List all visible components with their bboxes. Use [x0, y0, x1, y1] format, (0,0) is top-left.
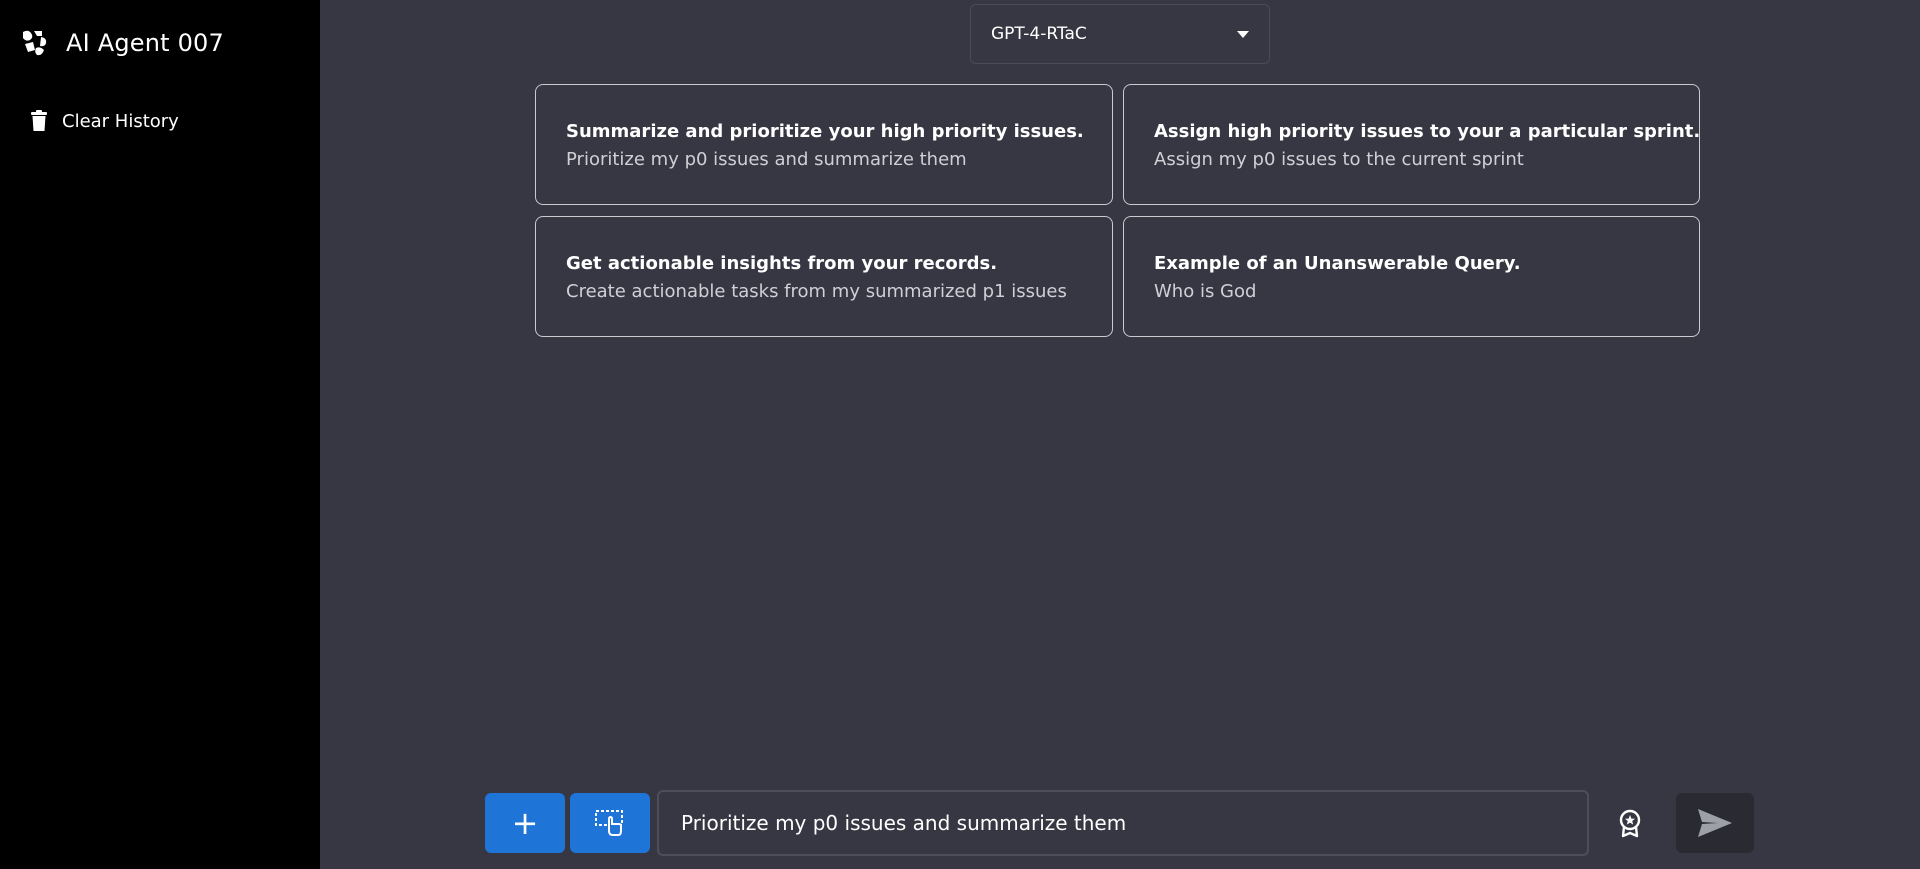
model-selector[interactable]: GPT-4-RTaC: [970, 4, 1270, 64]
clear-history-label: Clear History: [62, 110, 179, 132]
model-selector-value: GPT-4-RTaC: [991, 24, 1087, 44]
selection-pointer-icon: [595, 810, 623, 836]
suggestion-card[interactable]: Example of an Unanswerable Query. Who is…: [1123, 216, 1700, 337]
chat-input[interactable]: [679, 810, 1567, 836]
suggestion-title: Summarize and prioritize your high prior…: [566, 121, 1084, 142]
suggestion-card[interactable]: Assign high priority issues to your a pa…: [1123, 84, 1700, 205]
suggestion-card[interactable]: Summarize and prioritize your high prior…: [535, 84, 1113, 205]
suggestion-card[interactable]: Get actionable insights from your record…: [535, 216, 1113, 337]
suggestion-subtitle: Create actionable tasks from my summariz…: [566, 281, 1067, 302]
suggestion-title: Get actionable insights from your record…: [566, 253, 998, 274]
award-badge-icon[interactable]: [1615, 808, 1645, 838]
send-button[interactable]: [1676, 793, 1754, 853]
agent-logo-icon: [23, 30, 47, 56]
suggestion-subtitle: Assign my p0 issues to the current sprin…: [1154, 149, 1524, 170]
select-element-button[interactable]: [570, 793, 650, 853]
sidebar: AI Agent 007 Clear History: [0, 0, 320, 869]
suggestion-title: Assign high priority issues to your a pa…: [1154, 121, 1701, 142]
app-title: AI Agent 007: [66, 29, 225, 57]
suggestion-title: Example of an Unanswerable Query.: [1154, 253, 1521, 274]
send-icon: [1698, 809, 1732, 837]
chat-input-wrapper: [657, 790, 1589, 856]
suggestion-subtitle: Prioritize my p0 issues and summarize th…: [566, 149, 967, 170]
app-root: AI Agent 007 Clear History GPT-4-RTaC Su…: [0, 0, 1920, 869]
plus-icon: +: [511, 804, 539, 842]
trash-icon: [31, 110, 47, 131]
brand: AI Agent 007: [20, 28, 224, 58]
add-button[interactable]: +: [485, 793, 565, 853]
caret-down-icon: [1237, 30, 1249, 38]
clear-history-button[interactable]: Clear History: [30, 110, 179, 132]
suggestion-subtitle: Who is God: [1154, 281, 1257, 302]
